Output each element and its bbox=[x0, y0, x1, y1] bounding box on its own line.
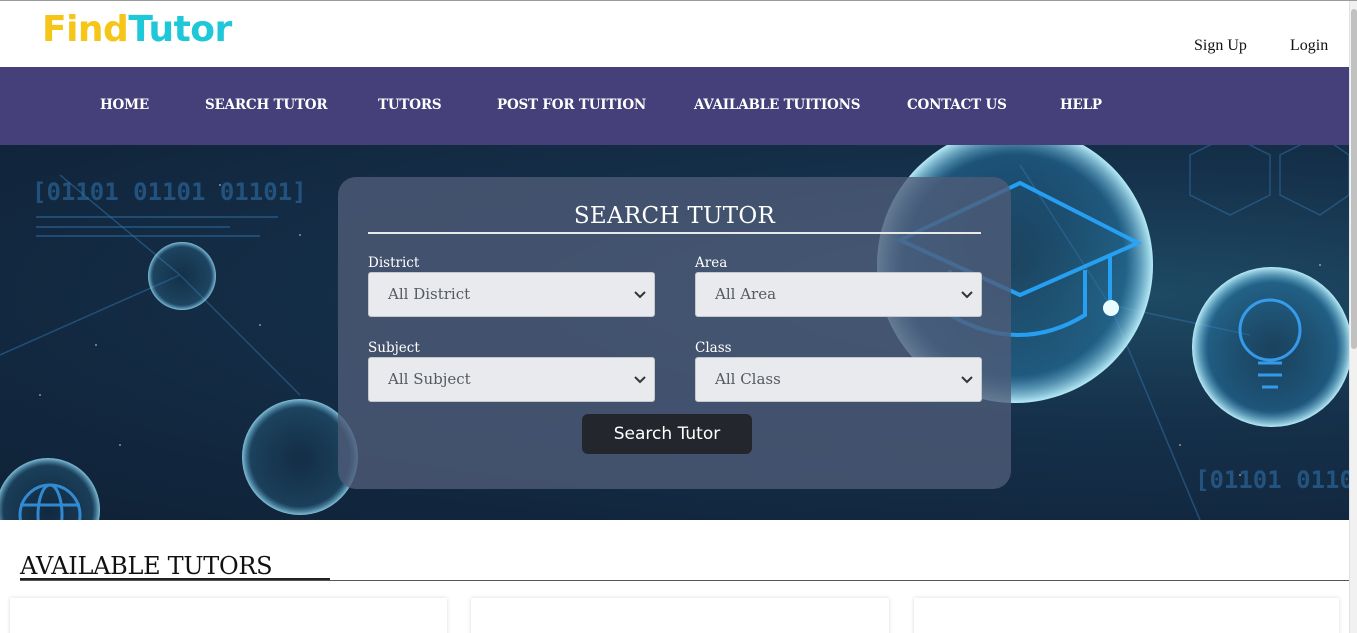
chevron-down-icon bbox=[961, 291, 973, 299]
login-link[interactable]: Login bbox=[1290, 37, 1328, 55]
logo-tutor: Tutor bbox=[128, 9, 232, 50]
signup-link[interactable]: Sign Up bbox=[1194, 37, 1247, 55]
hero-banner: [01101 01101 01101] [01101 01101 bbox=[0, 145, 1349, 520]
nav-tutors[interactable]: TUTORS bbox=[378, 97, 442, 113]
nav-contact-us[interactable]: CONTACT US bbox=[907, 97, 1007, 113]
class-select[interactable]: All Class bbox=[695, 357, 982, 402]
search-form-title: SEARCH TUTOR bbox=[573, 203, 776, 229]
area-select[interactable]: All Area bbox=[695, 272, 982, 317]
tutor-card[interactable] bbox=[914, 598, 1339, 633]
area-select-value: All Area bbox=[715, 285, 777, 303]
tutor-card[interactable] bbox=[471, 598, 889, 633]
area-label: Area bbox=[695, 255, 728, 271]
logo-find: Find bbox=[42, 9, 129, 50]
class-label: Class bbox=[695, 340, 732, 356]
search-tutor-form: SEARCH TUTOR District All District Area … bbox=[338, 177, 1011, 489]
subject-select[interactable]: All Subject bbox=[368, 357, 655, 402]
section-divider bbox=[20, 580, 1349, 581]
tutor-card[interactable] bbox=[10, 598, 447, 633]
class-select-value: All Class bbox=[715, 370, 781, 388]
nav-available-tuitions[interactable]: AVAILABLE TUITIONS bbox=[694, 97, 861, 113]
title-divider bbox=[368, 232, 981, 234]
logo[interactable]: FindTutor bbox=[42, 9, 232, 50]
nav-search-tutor[interactable]: SEARCH TUTOR bbox=[205, 97, 328, 113]
binary-text-right: [01101 01101 bbox=[1195, 466, 1349, 494]
nav-post-for-tuition[interactable]: POST FOR TUITION bbox=[497, 97, 646, 113]
chevron-down-icon bbox=[634, 291, 646, 299]
page-scrollbar[interactable] bbox=[1349, 1, 1357, 633]
chevron-down-icon bbox=[634, 376, 646, 384]
district-select[interactable]: All District bbox=[368, 272, 655, 317]
site-header: FindTutor Sign Up Login bbox=[0, 1, 1349, 67]
binary-text-left: [01101 01101 01101] bbox=[32, 178, 307, 206]
district-label: District bbox=[368, 255, 420, 271]
available-tutors-heading: AVAILABLE TUTORS bbox=[20, 552, 273, 580]
chevron-down-icon bbox=[961, 376, 973, 384]
scrollbar-thumb[interactable] bbox=[1351, 9, 1357, 349]
subject-label: Subject bbox=[368, 340, 420, 356]
nav-home[interactable]: HOME bbox=[100, 97, 149, 113]
nav-help[interactable]: HELP bbox=[1060, 97, 1102, 113]
subject-select-value: All Subject bbox=[388, 370, 471, 388]
search-tutor-button[interactable]: Search Tutor bbox=[582, 414, 752, 454]
main-nav: HOME SEARCH TUTOR TUTORS POST FOR TUITIO… bbox=[0, 67, 1349, 145]
district-select-value: All District bbox=[388, 285, 471, 303]
